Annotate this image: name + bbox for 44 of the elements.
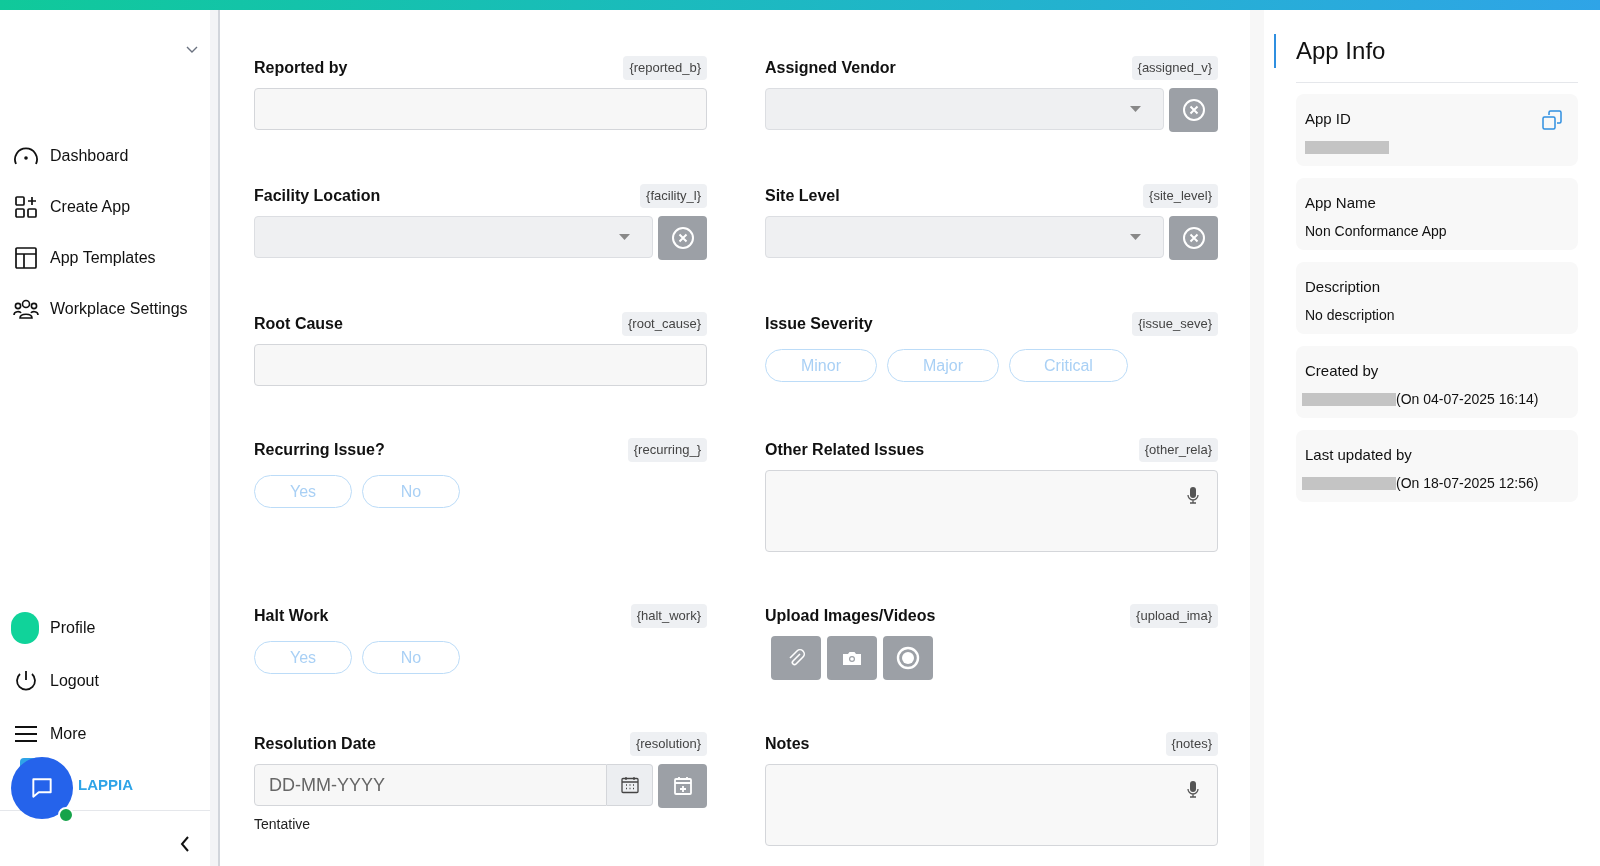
- field-label: Reported by: [254, 58, 348, 78]
- field-label: Root Cause: [254, 314, 343, 334]
- field-tag: {other_rela}: [1138, 438, 1218, 462]
- info-label: Description: [1305, 277, 1381, 297]
- sidebar-item[interactable]: Dashboard: [0, 130, 210, 181]
- field-label: Other Related Issues: [765, 440, 925, 460]
- date-input-field[interactable]: DD-MM-YYYY: [254, 764, 607, 806]
- field-label: Recurring Issue?: [254, 440, 385, 460]
- field-tag: {assigned_v}: [1131, 56, 1218, 80]
- field-tag: {root_cause}: [622, 312, 707, 336]
- info-value: Non Conformance App: [1305, 222, 1447, 241]
- field-tag: {recurring_}: [627, 438, 707, 462]
- info-value: (On 04-07-2025 16:14): [1396, 390, 1539, 409]
- info-label: Created by: [1305, 361, 1379, 381]
- sidebar-item[interactable]: Create App: [0, 181, 210, 232]
- field-label: Resolution Date: [254, 734, 376, 754]
- field-tag: {halt_work}: [630, 604, 707, 628]
- logo-text: LAPPIA: [78, 774, 133, 795]
- field-tag: {facility_l}: [640, 184, 707, 208]
- sidebar-item[interactable]: More: [0, 707, 210, 760]
- sidebar-item[interactable]: Workplace Settings: [0, 283, 210, 334]
- sidebar-item[interactable]: Logout: [0, 654, 210, 707]
- info-label: App Name: [1305, 193, 1376, 213]
- field-tag: {site_level}: [1143, 184, 1218, 208]
- info-label: Last updated by: [1305, 445, 1412, 465]
- field-label: Upload Images/Videos: [765, 606, 936, 626]
- field-label: Issue Severity: [765, 314, 873, 334]
- field-tag: {reported_b}: [623, 56, 707, 80]
- sidebar-item[interactable]: Profile: [0, 601, 210, 654]
- field-label: Notes: [765, 734, 810, 754]
- field-label: Halt Work: [254, 606, 329, 626]
- field-tag: {resolution}: [629, 732, 707, 756]
- helper-text: Tentative: [254, 815, 312, 834]
- panel-title: App Info: [1296, 36, 1386, 66]
- sidebar-item[interactable]: App Templates: [0, 232, 210, 283]
- field-tag: {notes}: [1165, 732, 1218, 756]
- field-tag: {issue_seve}: [1132, 312, 1218, 336]
- field-label: Facility Location: [254, 186, 381, 206]
- info-value: No description: [1305, 306, 1395, 325]
- info-label: App ID: [1305, 109, 1351, 129]
- info-value: (On 18-07-2025 12:56): [1396, 474, 1539, 493]
- field-label: Assigned Vendor: [765, 58, 896, 78]
- field-label: Site Level: [765, 186, 840, 206]
- field-tag: {upload_ima}: [1130, 604, 1218, 628]
